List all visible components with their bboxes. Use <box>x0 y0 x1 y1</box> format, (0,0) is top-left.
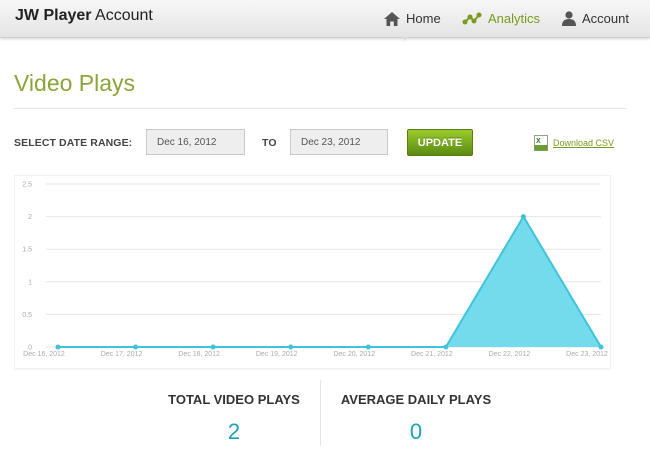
data-point <box>288 344 294 350</box>
total-plays-label: TOTAL VIDEO PLAYS <box>168 392 300 407</box>
title-divider <box>14 108 626 109</box>
data-point <box>55 344 61 350</box>
x-tick-label: Dec 16, 2012 <box>23 351 65 358</box>
analytics-icon <box>462 12 482 24</box>
excel-icon: X <box>534 135 548 151</box>
data-point <box>520 214 526 220</box>
x-tick-label: Dec 17, 2012 <box>101 351 143 358</box>
stats-divider <box>320 380 321 446</box>
brand-logo[interactable]: JW Player Account <box>15 6 153 26</box>
svg-text:X: X <box>536 138 541 145</box>
download-csv-label: Download CSV <box>553 138 615 148</box>
total-plays-value: 2 <box>227 419 241 444</box>
y-tick-label: 0.5 <box>22 312 32 319</box>
y-tick-label: 2.5 <box>22 182 32 189</box>
y-tick-label: 2 <box>28 214 32 221</box>
y-tick-label: 1.5 <box>22 247 32 254</box>
user-icon <box>562 11 576 26</box>
download-csv-link[interactable]: X Download CSV <box>534 135 614 151</box>
x-tick-label: Dec 20, 2012 <box>333 351 375 358</box>
y-tick-label: 1 <box>28 279 32 286</box>
nav-analytics[interactable]: Analytics <box>462 0 540 37</box>
x-tick-label: Dec 23, 2012 <box>566 351 608 358</box>
to-label: TO <box>262 137 277 149</box>
x-tick-label: Dec 22, 2012 <box>489 351 531 358</box>
data-point <box>365 344 371 350</box>
nav-home-label: Home <box>406 11 441 26</box>
video-plays-chart: 0 0.5 1 1.5 2 2.5 Dec 16, 2012 Dec 17, 2012 Dec … <box>14 172 622 368</box>
nav-pointer-notch <box>402 37 408 41</box>
x-tick-label: Dec 21, 2012 <box>411 351 453 358</box>
nav-analytics-label: Analytics <box>488 11 541 26</box>
page-title: Video Plays <box>14 70 136 96</box>
data-point <box>210 344 216 350</box>
x-tick-label: Dec 18, 2012 <box>178 351 220 358</box>
home-icon <box>384 11 400 26</box>
update-button[interactable]: UPDATE <box>407 129 473 156</box>
x-tick-label: Dec 19, 2012 <box>256 351 298 358</box>
date-range-label: SELECT DATE RANGE: <box>14 137 133 149</box>
end-date-input[interactable] <box>290 129 388 155</box>
brand-suffix: Account <box>95 7 153 24</box>
data-point <box>133 344 139 350</box>
data-point <box>598 344 604 350</box>
start-date-input[interactable] <box>146 129 245 155</box>
nav-account[interactable]: Account <box>562 0 629 37</box>
data-point <box>443 344 449 350</box>
average-plays-value: 0 <box>409 419 423 444</box>
brand-name: JW Player <box>15 7 92 24</box>
nav-account-label: Account <box>582 11 629 26</box>
average-plays-label: AVERAGE DAILY PLAYS <box>340 392 492 407</box>
chart-canvas: 00.511.522.5Dec 16, 2012 Dec 17, 2012 Dec … <box>22 182 608 359</box>
nav-home[interactable]: Home <box>384 0 441 37</box>
top-navigation-bar: JW Player Account Home Analytics Account <box>0 0 650 38</box>
